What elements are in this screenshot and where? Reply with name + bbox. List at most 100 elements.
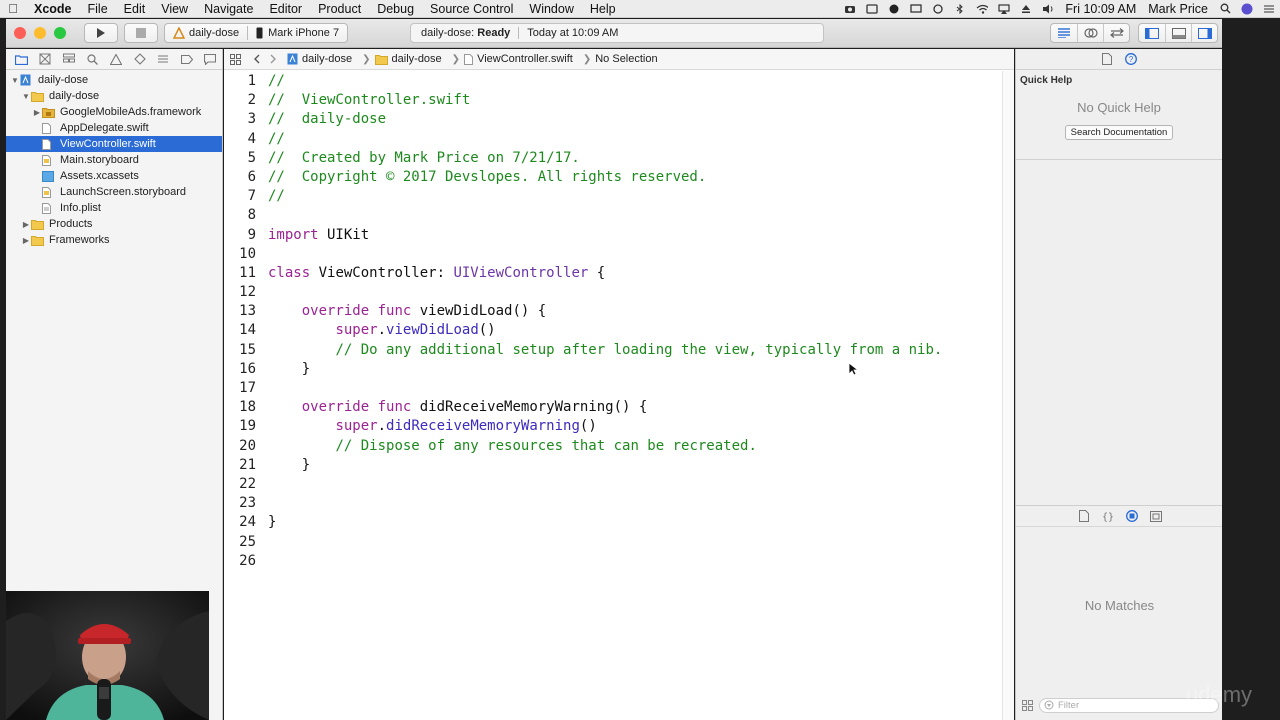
stop-button[interactable]: [124, 23, 158, 43]
jumpbar-project[interactable]: daily-dose: [287, 53, 352, 65]
issue-navigator-tab[interactable]: [104, 53, 128, 65]
scheme-selector[interactable]: daily-dose Mark iPhone 7: [164, 23, 349, 43]
code-line[interactable]: 19 super.didReceiveMemoryWarning(): [224, 417, 1002, 436]
menu-user-name[interactable]: Mark Price: [1142, 2, 1214, 16]
display-icon[interactable]: [910, 3, 923, 14]
code-line[interactable]: 3 // daily-dose: [224, 110, 1002, 129]
toggle-inspector-button[interactable]: [1191, 24, 1217, 42]
toggle-navigator-button[interactable]: [1139, 24, 1165, 42]
siri-icon[interactable]: [1241, 3, 1253, 14]
menu-file[interactable]: File: [80, 0, 116, 18]
go-forward-button[interactable]: [270, 54, 277, 64]
file-tree-row[interactable]: Assets.xcassets: [6, 168, 222, 184]
zoom-window-button[interactable]: [54, 27, 66, 39]
eject-icon[interactable]: [1020, 4, 1032, 14]
code-line[interactable]: 8: [224, 206, 1002, 225]
source-control-navigator-tab[interactable]: [34, 53, 58, 65]
assistant-editor-button[interactable]: [1077, 24, 1103, 42]
code-line[interactable]: 26: [224, 552, 1002, 571]
menu-help[interactable]: Help: [582, 0, 624, 18]
menu-xcode[interactable]: Xcode: [26, 0, 80, 18]
editor-scrollbar[interactable]: [1002, 71, 1014, 720]
disclosure-closed-icon[interactable]: ▶: [32, 108, 42, 117]
menu-view[interactable]: View: [153, 0, 196, 18]
file-tree-row[interactable]: Info.plist: [6, 200, 222, 216]
scheme-device[interactable]: Mark iPhone 7: [248, 27, 347, 39]
code-line[interactable]: 24}: [224, 513, 1002, 532]
disclosure-open-icon[interactable]: ▼: [10, 76, 20, 85]
menu-editor[interactable]: Editor: [261, 0, 310, 18]
code-line[interactable]: 7 //: [224, 187, 1002, 206]
code-area[interactable]: 1 // 2 // ViewController.swift 3 // daily-dos…: [224, 72, 1002, 571]
code-line[interactable]: 11 class ViewController: UIViewController…: [224, 264, 1002, 283]
jumpbar-group[interactable]: daily-dose: [374, 53, 442, 65]
code-line[interactable]: 4 //: [224, 130, 1002, 149]
code-line[interactable]: 10: [224, 245, 1002, 264]
code-line[interactable]: 13 override func viewDidLoad() {: [224, 302, 1002, 321]
file-tree-row[interactable]: ▶ GoogleMobileAds.framework: [6, 104, 222, 120]
camera-icon[interactable]: [844, 4, 856, 14]
code-line[interactable]: 23: [224, 494, 1002, 513]
file-tree-row[interactable]: ViewController.swift: [6, 136, 222, 152]
minimize-window-button[interactable]: [34, 27, 46, 39]
code-line[interactable]: 14 super.viewDidLoad(): [224, 321, 1002, 340]
find-navigator-tab[interactable]: [81, 53, 105, 65]
disclosure-closed-icon[interactable]: ▶: [21, 236, 31, 245]
symbol-navigator-tab[interactable]: [57, 53, 81, 65]
disclosure-closed-icon[interactable]: ▶: [21, 220, 31, 229]
menu-edit[interactable]: Edit: [116, 0, 154, 18]
record-icon[interactable]: [888, 4, 900, 14]
breakpoint-navigator-tab[interactable]: [175, 54, 199, 64]
version-editor-button[interactable]: [1103, 24, 1129, 42]
debug-navigator-tab[interactable]: [151, 54, 175, 64]
file-inspector-tab[interactable]: [1095, 53, 1119, 65]
standard-editor-button[interactable]: [1051, 24, 1077, 42]
code-line[interactable]: 6 // Copyright © 2017 Devslopes. All righ…: [224, 168, 1002, 187]
apple-logo-icon[interactable]: : [0, 1, 26, 16]
file-tree-row[interactable]: Main.storyboard: [6, 152, 222, 168]
code-line[interactable]: 16 }: [224, 360, 1002, 379]
menu-window[interactable]: Window: [521, 0, 581, 18]
code-line[interactable]: 12: [224, 283, 1002, 302]
code-line[interactable]: 5 // Created by Mark Price on 7/21/17.: [224, 149, 1002, 168]
code-line[interactable]: 21 }: [224, 456, 1002, 475]
code-line[interactable]: 17: [224, 379, 1002, 398]
code-line[interactable]: 20 // Dispose of any resources that can …: [224, 437, 1002, 456]
related-items-button[interactable]: [230, 53, 241, 65]
file-tree-row[interactable]: AppDelegate.swift: [6, 120, 222, 136]
scheme-target[interactable]: daily-dose: [165, 27, 247, 39]
menu-product[interactable]: Product: [310, 0, 369, 18]
search-documentation-button[interactable]: Search Documentation: [1065, 125, 1173, 140]
test-navigator-tab[interactable]: [128, 53, 152, 65]
code-line[interactable]: 9 import UIKit: [224, 226, 1002, 245]
file-tree-row[interactable]: ▼ daily-dose: [6, 88, 222, 104]
wifi-icon[interactable]: [976, 4, 989, 14]
code-line[interactable]: 2 // ViewController.swift: [224, 91, 1002, 110]
airplay-icon[interactable]: [998, 3, 1010, 14]
menu-debug[interactable]: Debug: [369, 0, 422, 18]
file-tree-row[interactable]: ▼ daily-dose: [6, 72, 222, 88]
file-tree-row[interactable]: LaunchScreen.storyboard: [6, 184, 222, 200]
volume-icon[interactable]: [1042, 4, 1054, 14]
report-navigator-tab[interactable]: [199, 53, 223, 65]
notification-center-icon[interactable]: [1263, 4, 1275, 14]
object-library-tab[interactable]: [1120, 510, 1144, 522]
jumpbar-selection[interactable]: No Selection: [595, 53, 657, 65]
close-window-button[interactable]: [14, 27, 26, 39]
code-line[interactable]: 22: [224, 475, 1002, 494]
disclosure-open-icon[interactable]: ▼: [21, 92, 31, 101]
menu-source-control[interactable]: Source Control: [422, 0, 521, 18]
menu-clock[interactable]: Fri 10:09 AM: [1059, 2, 1142, 16]
go-back-button[interactable]: [253, 54, 260, 64]
bluetooth-icon[interactable]: [954, 3, 966, 14]
quick-help-tab[interactable]: ?: [1119, 53, 1143, 65]
sync-icon[interactable]: [932, 3, 944, 14]
menu-navigate[interactable]: Navigate: [196, 0, 261, 18]
code-line[interactable]: 1 //: [224, 72, 1002, 91]
spotlight-search-icon[interactable]: [1219, 3, 1231, 14]
grid-view-icon[interactable]: [1022, 699, 1033, 711]
run-button[interactable]: [84, 23, 118, 43]
file-tree-row[interactable]: ▶ Products: [6, 216, 222, 232]
media-library-tab[interactable]: [1144, 510, 1168, 522]
code-line[interactable]: 25: [224, 533, 1002, 552]
